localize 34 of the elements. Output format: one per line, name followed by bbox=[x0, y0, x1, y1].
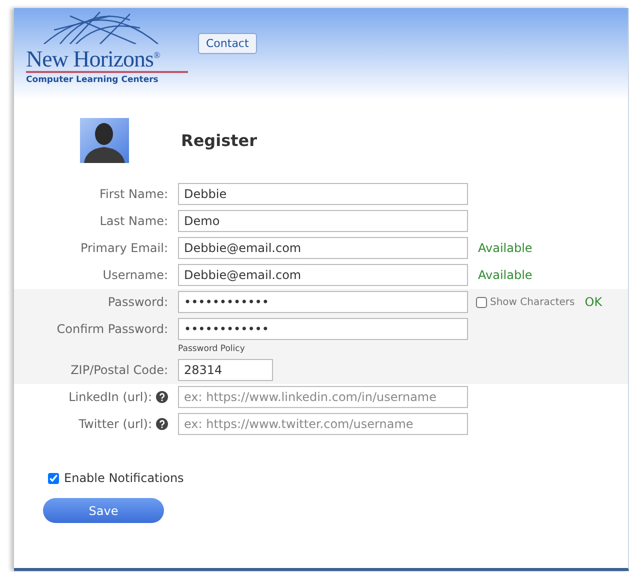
field-label: LinkedIn (url): bbox=[68, 390, 152, 404]
checkbox-label: Enable Notifications bbox=[64, 471, 184, 485]
input-field[interactable]: Debbie@email.com bbox=[178, 237, 468, 259]
field-label: ZIP/Postal Code: bbox=[70, 363, 168, 377]
field-label: Last Name: bbox=[100, 214, 168, 228]
input-field[interactable]: Debbie bbox=[178, 183, 468, 205]
input-field[interactable]: Demo bbox=[178, 210, 468, 232]
help-icon[interactable] bbox=[156, 418, 168, 430]
input-field[interactable]: ex: https://www.linkedin.com/in/username bbox=[178, 386, 468, 408]
show-characters-checkbox[interactable] bbox=[476, 296, 487, 308]
logo-name: New Horizons$^{®}$ bbox=[26, 44, 188, 73]
logo-tagline: Computer Learning Centers bbox=[26, 74, 160, 85]
field-label: Password: bbox=[108, 295, 168, 309]
input-field[interactable]: •••••••••••• bbox=[178, 291, 468, 313]
contact-button[interactable]: Contact bbox=[198, 33, 257, 54]
field-label: Twitter (url): bbox=[78, 417, 152, 431]
help-icon[interactable] bbox=[156, 391, 168, 403]
field-label: Primary Email: bbox=[80, 241, 168, 255]
notifications-checkbox[interactable] bbox=[48, 472, 59, 484]
status-text: Available bbox=[478, 267, 532, 284]
status-text: Available bbox=[478, 240, 532, 257]
field-label: Confirm Password: bbox=[56, 322, 168, 336]
policy-link[interactable]: Password Policy bbox=[178, 344, 468, 354]
avatar-icon bbox=[80, 118, 129, 163]
input-field[interactable]: 28314 bbox=[178, 359, 273, 381]
input-field[interactable]: •••••••••••• bbox=[178, 318, 468, 340]
input-field[interactable]: Debbie@email.com bbox=[178, 264, 468, 286]
status-text: OK bbox=[584, 294, 602, 311]
input-field[interactable]: ex: https://www.twitter.com/username bbox=[178, 413, 468, 435]
field-label: Username: bbox=[102, 268, 168, 282]
page-title: Register bbox=[181, 131, 258, 150]
field-label: First Name: bbox=[99, 187, 168, 201]
checkbox-label: Show Characters bbox=[490, 296, 575, 308]
save-button[interactable]: Save bbox=[43, 498, 164, 523]
